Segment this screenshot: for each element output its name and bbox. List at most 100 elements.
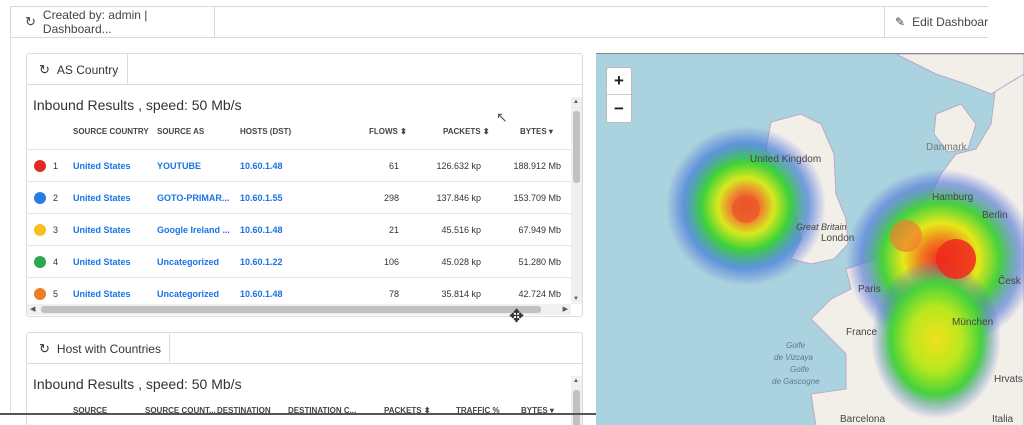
packets-value: 126.632 kp	[436, 161, 481, 171]
col-hosts[interactable]: HOSTS (DST)	[240, 127, 291, 136]
table-header: SOURCE COUNTRY SOURCE AS HOSTS (DST) FLO…	[27, 127, 571, 143]
refresh-icon[interactable]: ↻	[25, 14, 36, 30]
bytes-value: 67.949 Mb	[518, 225, 561, 235]
row-rank: 1	[53, 161, 59, 171]
dashboard-title: Created by: admin | Dashboard...	[42, 8, 148, 36]
tab-divider	[27, 84, 582, 85]
row-rank: 2	[53, 193, 59, 203]
map-label-hrvatska: Hrvats	[994, 374, 1023, 385]
zoom-out-button[interactable]: −	[607, 95, 631, 122]
scroll-up-arrow-icon[interactable]: ▲	[573, 99, 579, 105]
bytes-value: 153.709 Mb	[513, 193, 561, 203]
color-dot	[34, 288, 46, 300]
col-source-as[interactable]: SOURCE AS	[157, 127, 204, 136]
dashboard-page: ↻ Created by: admin | Dashboard... ✎ Edi…	[0, 0, 1024, 425]
row-rank: 4	[53, 257, 59, 267]
host-link[interactable]: 10.60.1.48	[240, 161, 283, 171]
col-bytes[interactable]: BYTES ▾	[520, 127, 553, 136]
map-label-golfe-3: Golfe	[790, 365, 810, 374]
source-country-link[interactable]: United States	[73, 193, 131, 203]
host-link[interactable]: 10.60.1.48	[240, 225, 283, 235]
flows-value: 78	[388, 289, 399, 299]
source-as-link[interactable]: YOUTUBE	[157, 161, 201, 171]
map-label-italia: Italia	[992, 414, 1014, 425]
tab-label: AS Country	[56, 62, 119, 77]
flows-value: 298	[383, 193, 399, 203]
heatmap-map[interactable]: + − United Kingdom Danmark Hamburg Berli…	[596, 53, 1024, 425]
col-flows[interactable]: FLOWS ⬍	[369, 127, 407, 136]
source-country-link[interactable]: United States	[73, 225, 131, 235]
dashboard-title-button[interactable]: ↻ Created by: admin | Dashboard...	[10, 7, 215, 37]
tab-host-with-countries[interactable]: ↻ Host with Countries	[27, 333, 170, 364]
refresh-icon[interactable]: ↻	[39, 341, 50, 357]
packets-value: 45.516 kp	[441, 225, 481, 235]
flows-value: 106	[383, 257, 399, 267]
refresh-icon[interactable]: ↻	[39, 62, 50, 78]
panel-subtitle: Inbound Results , speed: 50 Mb/s	[33, 376, 242, 392]
host-link[interactable]: 10.60.1.22	[240, 257, 283, 267]
scroll-down-arrow-icon[interactable]: ▼	[573, 296, 579, 302]
color-dot	[34, 224, 46, 236]
packets-value: 137.846 kp	[436, 193, 481, 203]
vertical-scrollbar[interactable]: ▲	[571, 376, 582, 425]
scroll-right-arrow-icon[interactable]: ▶	[563, 305, 568, 313]
scrollbar-thumb[interactable]	[41, 306, 541, 313]
source-country-link[interactable]: United States	[73, 257, 131, 267]
scrollbar-thumb[interactable]	[573, 111, 580, 183]
mouse-pointer-icon: ↖	[496, 109, 508, 125]
heat-core-uk	[732, 195, 760, 223]
host-with-countries-panel: ↻ Host with Countries Inbound Results , …	[26, 332, 583, 425]
tab-divider	[27, 363, 582, 364]
map-label-munchen: München	[952, 317, 994, 328]
color-dot	[34, 160, 46, 172]
map-label-france: France	[846, 327, 878, 338]
table-row[interactable]: 3 United States Google Ireland ... 10.60…	[27, 213, 571, 245]
zoom-control: + −	[606, 67, 632, 123]
map-label-golfe-2: de Vizcaya	[774, 353, 813, 362]
scroll-left-arrow-icon[interactable]: ◀	[30, 305, 35, 313]
scrollbar-thumb[interactable]	[573, 390, 580, 425]
packets-value: 35.814 kp	[441, 289, 481, 299]
panel-subtitle: Inbound Results , speed: 50 Mb/s	[33, 97, 242, 113]
row-rank: 5	[53, 289, 59, 299]
flows-value: 21	[388, 225, 399, 235]
map-label-berlin: Berlin	[982, 210, 1008, 221]
table-row[interactable]: 2 United States GOTO-PRIMAR... 10.60.1.5…	[27, 181, 571, 213]
host-link[interactable]: 10.60.1.55	[240, 193, 283, 203]
flows-value: 61	[388, 161, 399, 171]
bottom-border	[0, 413, 596, 415]
map-label-london: London	[821, 233, 855, 244]
col-source-country[interactable]: SOURCE COUNTRY	[73, 127, 149, 136]
map-label-great-britain: Great Britain	[796, 222, 847, 232]
bytes-value: 188.912 Mb	[513, 161, 561, 171]
zoom-in-button[interactable]: +	[607, 68, 631, 95]
heat-core-west	[890, 220, 922, 252]
source-country-link[interactable]: United States	[73, 289, 131, 299]
scroll-up-arrow-icon[interactable]: ▲	[573, 378, 579, 384]
row-rank: 3	[53, 225, 59, 235]
packets-value: 45.028 kp	[441, 257, 481, 267]
tab-label: Host with Countries	[56, 341, 161, 356]
edit-dashboard-button[interactable]: ✎ Edit Dashboard	[884, 7, 988, 37]
vertical-scrollbar[interactable]: ▲ ▼	[571, 97, 582, 304]
horizontal-scrollbar[interactable]: ◀ ▶	[27, 304, 571, 315]
col-packets[interactable]: PACKETS ⬍	[443, 127, 490, 136]
map-label-hamburg: Hamburg	[932, 192, 974, 203]
source-as-link[interactable]: Uncategorized	[157, 289, 219, 299]
table-row[interactable]: 1 United States YOUTUBE 10.60.1.48 61 12…	[27, 149, 571, 181]
host-link[interactable]: 10.60.1.48	[240, 289, 283, 299]
dashboard-toolbar: ↻ Created by: admin | Dashboard... ✎ Edi…	[10, 6, 988, 38]
table-row[interactable]: 4 United States Uncategorized 10.60.1.22…	[27, 245, 571, 277]
content-left-border	[10, 38, 11, 413]
source-as-link[interactable]: GOTO-PRIMAR...	[157, 193, 229, 203]
map-label-paris: Paris	[858, 284, 881, 295]
source-country-link[interactable]: United States	[73, 161, 131, 171]
heat-spot-south	[871, 259, 1001, 419]
source-as-link[interactable]: Google Ireland ...	[157, 225, 230, 235]
source-as-link[interactable]: Uncategorized	[157, 257, 219, 267]
bytes-value: 42.724 Mb	[518, 289, 561, 299]
tab-as-country[interactable]: ↻ AS Country	[27, 54, 128, 85]
map-canvas	[666, 54, 1024, 425]
map-label-denmark: Danmark	[926, 142, 967, 153]
map-label-golfe-1: Golfe	[786, 341, 806, 350]
